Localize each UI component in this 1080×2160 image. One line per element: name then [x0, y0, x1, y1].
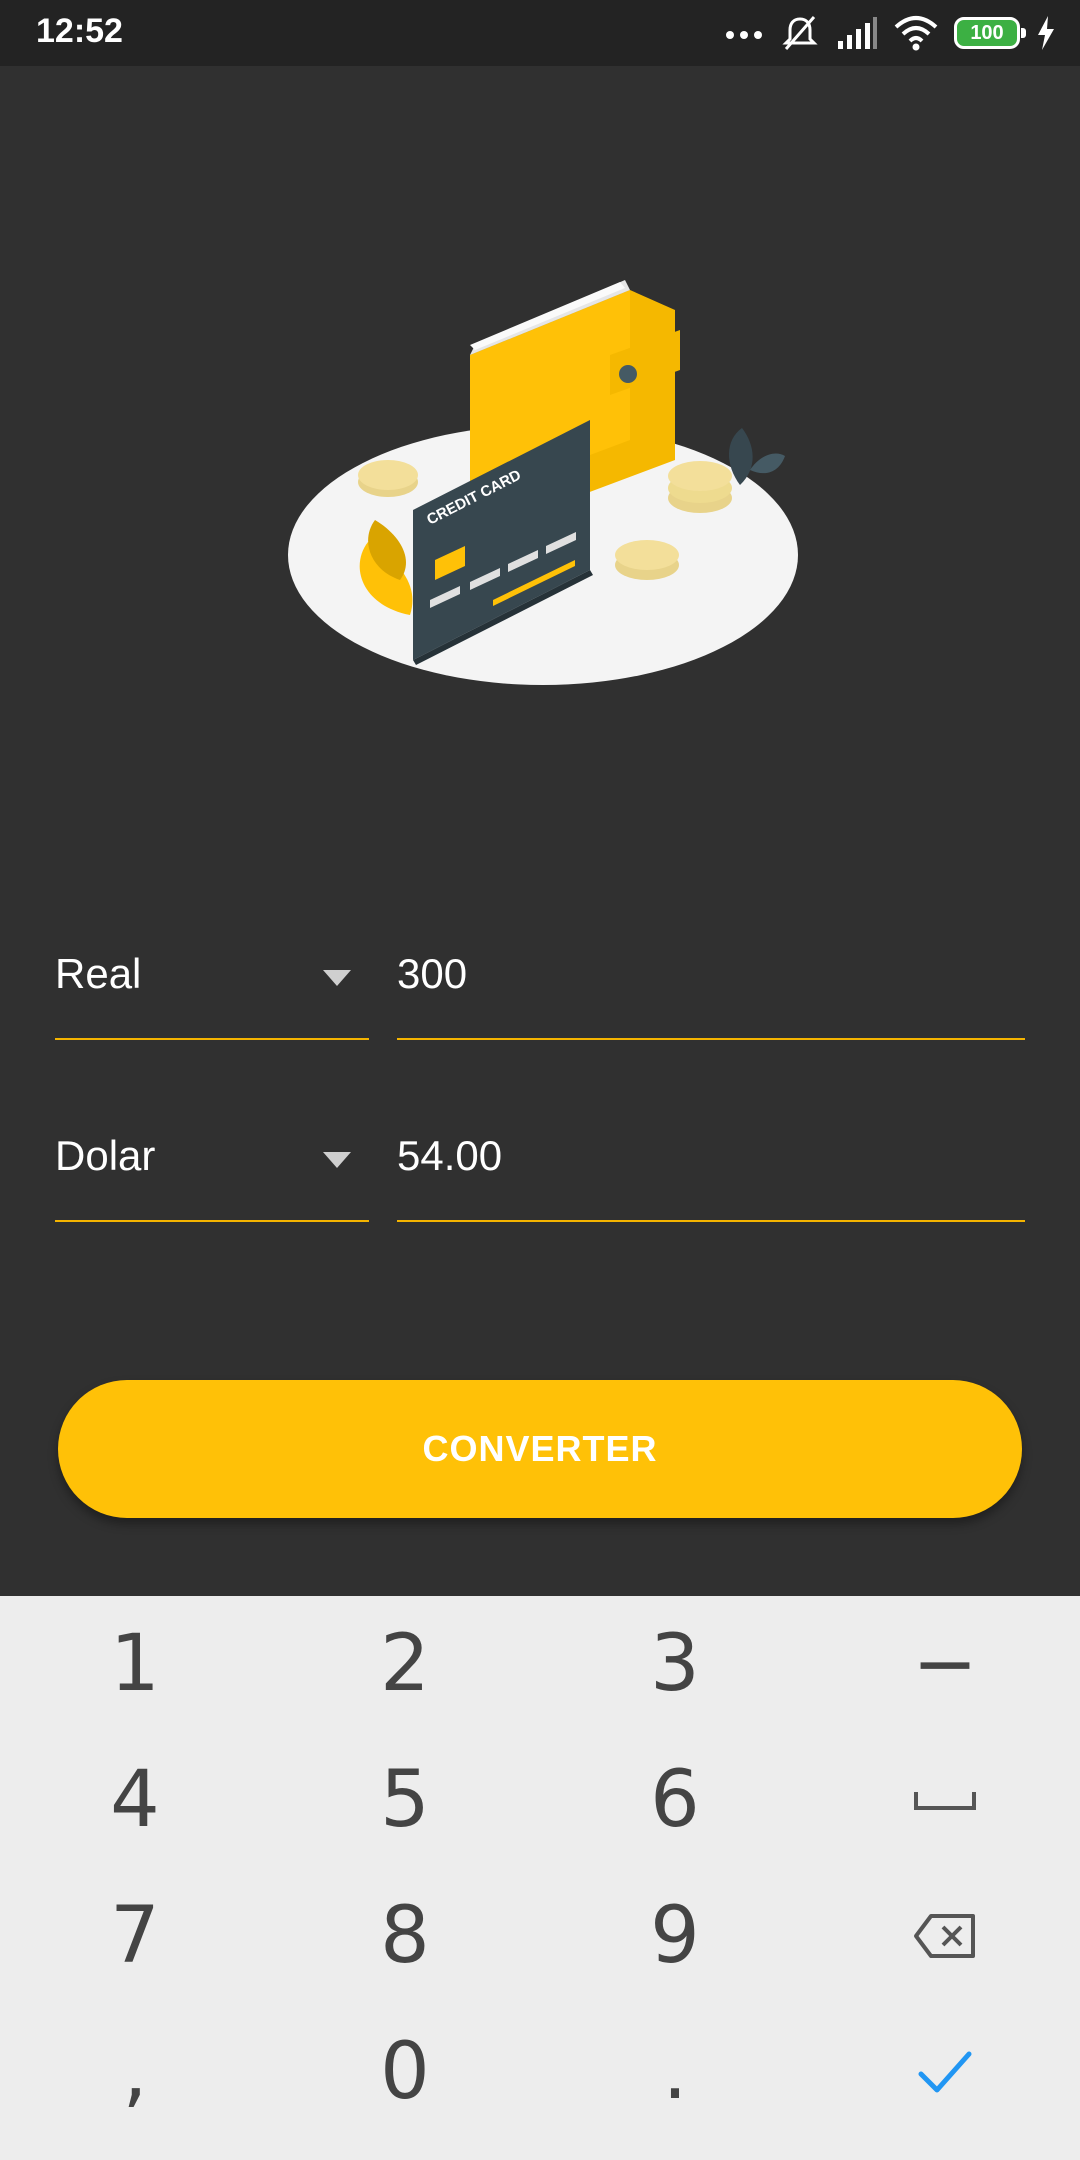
converter-button-label: CONVERTER — [422, 1428, 658, 1469]
key-4[interactable]: 4 — [0, 1732, 270, 1868]
key-6[interactable]: 6 — [540, 1732, 810, 1868]
key-2[interactable]: 2 — [270, 1596, 540, 1732]
from-amount-input[interactable]: 300 — [397, 930, 1025, 1040]
status-time: 12:52 — [36, 12, 123, 50]
key-space[interactable] — [810, 1732, 1080, 1868]
from-currency-select[interactable]: Real — [55, 930, 369, 1040]
key-comma[interactable]: , — [0, 2004, 270, 2140]
battery-icon: 100 — [954, 17, 1026, 49]
numeric-keyboard: 1 2 3 − 4 5 6 7 8 9 , 0 . — [0, 1596, 1080, 2160]
to-currency-value: Dolar — [55, 1132, 156, 1179]
converter-button[interactable]: CONVERTER — [58, 1380, 1022, 1518]
key-5[interactable]: 5 — [270, 1732, 540, 1868]
silent-icon — [782, 16, 818, 50]
wifi-icon — [894, 16, 938, 51]
key-done[interactable] — [810, 2004, 1080, 2140]
key-1[interactable]: 1 — [0, 1596, 270, 1732]
to-currency-select[interactable]: Dolar — [55, 1112, 369, 1222]
wallet-credit-card-illustration: CREDIT CARD — [288, 280, 798, 685]
key-9[interactable]: 9 — [540, 1868, 810, 2004]
charging-icon — [1038, 16, 1054, 50]
signal-icon — [838, 17, 877, 49]
dropdown-arrow-icon[interactable] — [323, 1152, 351, 1168]
key-3[interactable]: 3 — [540, 1596, 810, 1732]
space-bar-icon — [914, 1792, 976, 1810]
to-amount-value: 54.00 — [397, 1132, 503, 1179]
status-bar: 12:52 100 — [0, 0, 1080, 66]
to-row: Dolar 54.00 — [55, 1112, 1025, 1222]
from-row: Real 300 — [55, 930, 1025, 1040]
backspace-icon — [914, 1914, 975, 1958]
battery-level: 100 — [970, 21, 1004, 44]
dropdown-arrow-icon[interactable] — [323, 970, 351, 986]
status-icons: 100 — [724, 10, 1056, 56]
checkmark-icon — [918, 2051, 972, 2093]
key-minus[interactable]: − — [810, 1596, 1080, 1732]
key-7[interactable]: 7 — [0, 1868, 270, 2004]
to-amount-input[interactable]: 54.00 — [397, 1112, 1025, 1222]
from-amount-value: 300 — [397, 950, 468, 997]
key-period[interactable]: . — [540, 2004, 810, 2140]
more-dots-icon — [726, 31, 762, 39]
key-0[interactable]: 0 — [270, 2004, 540, 2140]
from-currency-value: Real — [55, 950, 142, 997]
key-8[interactable]: 8 — [270, 1868, 540, 2004]
key-backspace[interactable] — [810, 1868, 1080, 2004]
